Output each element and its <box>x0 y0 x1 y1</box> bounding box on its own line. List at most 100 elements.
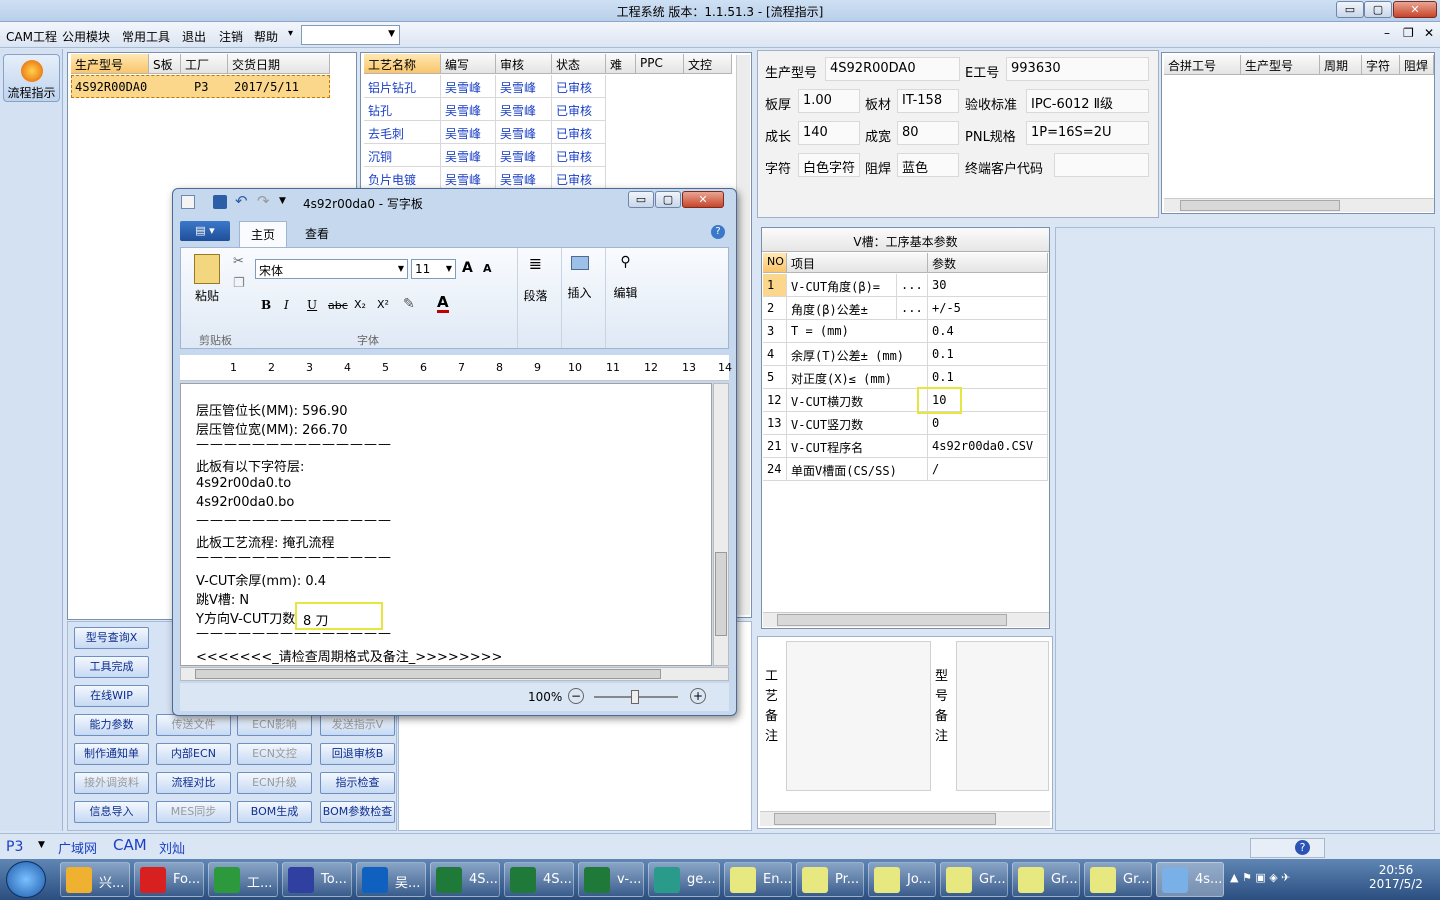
col-merge-period[interactable]: 周期 <box>1320 55 1362 75</box>
help-icon[interactable]: ? <box>711 225 725 239</box>
ecn-impact-button[interactable]: ECN影响 <box>237 714 312 736</box>
notes-scrollbar[interactable] <box>760 811 1050 826</box>
strikethrough-button[interactable]: abc <box>328 299 348 312</box>
status-factory[interactable]: P3 <box>6 839 23 855</box>
flow-indicator-button[interactable]: 流程指示 <box>3 54 60 102</box>
bom-param-check-button[interactable]: BOM参数检查 <box>320 801 395 823</box>
start-button[interactable] <box>6 861 46 898</box>
col-author[interactable]: 编写 <box>441 54 496 74</box>
bold-button[interactable]: B <box>261 298 271 312</box>
font-size-select[interactable]: 11 ▼ <box>411 259 456 279</box>
mdi-restore-button[interactable]: ❐ <box>1403 26 1414 40</box>
vcut-more[interactable]: ... <box>897 297 928 320</box>
taskbar-item[interactable]: 4S... <box>430 862 500 897</box>
col-delivery[interactable]: 交货日期 <box>228 54 330 74</box>
font-name-select[interactable]: 宋体 ▼ <box>255 259 408 279</box>
tray-icons[interactable]: ▲ ⚑ ▣ ◈ ✈ <box>1230 871 1290 884</box>
col-param[interactable]: 参数 <box>928 253 1048 273</box>
cut-icon[interactable]: ✂ <box>233 254 244 269</box>
process-name[interactable]: 铝片钻孔 <box>364 75 441 98</box>
bom-generate-button[interactable]: BOM生成 <box>237 801 312 823</box>
mes-sync-button[interactable]: MES同步 <box>156 801 231 823</box>
taskbar-item[interactable]: 工... <box>208 862 278 897</box>
capability-params-button[interactable]: 能力参数 <box>74 714 149 736</box>
revert-review-button[interactable]: 回退审核B <box>320 743 395 765</box>
menu-public[interactable]: 公用模块 <box>62 28 110 45</box>
tool-complete-button[interactable]: 工具完成 <box>74 656 149 678</box>
taskbar-item[interactable]: Jo... <box>868 862 936 897</box>
vcut-more[interactable]: ... <box>897 274 928 297</box>
taskbar-item[interactable]: v-... <box>578 862 644 897</box>
menu-help[interactable]: 帮助 <box>254 28 278 45</box>
process-notes-textarea[interactable] <box>786 641 931 791</box>
model-query-button[interactable]: 型号查询X <box>74 627 149 649</box>
vcut-scrollbar[interactable] <box>763 612 1049 627</box>
maximize-button[interactable]: ▢ <box>1364 1 1392 18</box>
chevron-down-icon[interactable]: ▼ <box>279 196 286 206</box>
col-difficulty[interactable]: 难 <box>606 54 636 74</box>
mdi-minimize-button[interactable]: – <box>1384 26 1390 40</box>
taskbar-item[interactable]: En... <box>724 862 792 897</box>
edit-button[interactable]: ⚲ 编辑 <box>605 248 645 348</box>
taskbar-item[interactable]: 4S... <box>504 862 574 897</box>
menu-exit[interactable]: 退出 <box>182 28 206 45</box>
doc-vscrollbar[interactable] <box>713 383 729 666</box>
col-s-board[interactable]: S板 <box>149 54 181 74</box>
redo-icon[interactable]: ↷ <box>257 192 270 210</box>
chevron-down-icon[interactable]: ▼ <box>38 840 45 850</box>
vcut-param[interactable]: +/-5 <box>928 297 1048 320</box>
paste-button[interactable]: 粘贴 <box>187 254 227 324</box>
process-name[interactable]: 钻孔 <box>364 98 441 121</box>
taskbar-item[interactable]: Fo... <box>134 862 204 897</box>
col-doc-control[interactable]: 文控 <box>684 54 732 74</box>
internal-ecn-button[interactable]: 内部ECN <box>156 743 231 765</box>
model-notes-textarea[interactable] <box>956 641 1049 791</box>
process-scrollbar[interactable] <box>736 55 750 615</box>
production-notice-button[interactable]: 制作通知单 <box>74 743 149 765</box>
minimize-button[interactable]: ▭ <box>1336 1 1364 18</box>
col-factory[interactable]: 工厂 <box>181 54 228 74</box>
ime-toolbar[interactable]: ? <box>1250 838 1325 858</box>
col-process-name[interactable]: 工艺名称 <box>364 54 441 74</box>
menu-cam[interactable]: CAM工程 <box>6 28 57 45</box>
taskbar-item[interactable]: Gr... <box>1012 862 1080 897</box>
zoom-slider[interactable] <box>594 690 678 704</box>
chevron-down-icon[interactable]: ▾ <box>288 28 293 39</box>
superscript-button[interactable]: X² <box>377 298 389 311</box>
taskbar-item[interactable]: Gr... <box>1084 862 1152 897</box>
close-button[interactable]: ✕ <box>1393 1 1437 18</box>
col-no[interactable]: NO <box>763 253 787 273</box>
underline-button[interactable]: U <box>307 298 317 312</box>
col-merge-model[interactable]: 生产型号 <box>1241 55 1320 75</box>
col-reviewer[interactable]: 审核 <box>496 54 552 74</box>
col-merge-char[interactable]: 字符 <box>1362 55 1400 75</box>
undo-icon[interactable]: ↶ <box>235 192 248 210</box>
ecn-upgrade-button[interactable]: ECN升级 <box>237 772 312 794</box>
vcut-param[interactable]: 0.4 <box>928 320 1048 343</box>
zoom-out-icon[interactable]: − <box>568 688 584 704</box>
tab-home[interactable]: 主页 <box>239 221 287 247</box>
taskbar-item[interactable]: 兴... <box>60 862 130 897</box>
clock[interactable]: 20:56 2017/5/2 <box>1358 863 1434 891</box>
taskbar-item[interactable]: 4s... <box>1156 862 1224 897</box>
mdi-close-button[interactable]: ✕ <box>1424 26 1434 40</box>
taskbar-item[interactable]: To... <box>282 862 352 897</box>
document-area[interactable]: 层压管位长(MM): 596.90 层压管位宽(MM): 266.70 ————… <box>180 383 712 666</box>
taskbar-item[interactable]: Gr... <box>940 862 1008 897</box>
online-wip-button[interactable]: 在线WIP <box>74 685 149 707</box>
col-merge-no[interactable]: 合拼工号 <box>1164 55 1241 75</box>
taskbar-item[interactable]: 吴... <box>356 862 426 897</box>
shrink-font-button[interactable]: A <box>483 262 492 275</box>
paragraph-button[interactable]: ≣ 段落 <box>517 248 553 348</box>
info-import-button[interactable]: 信息导入 <box>74 801 149 823</box>
col-ppc[interactable]: PPC <box>636 54 684 74</box>
col-item[interactable]: 项目 <box>787 253 928 273</box>
vcut-param[interactable]: / <box>928 458 1048 481</box>
send-indication-button[interactable]: 发送指示V <box>320 714 395 736</box>
doc-hscrollbar[interactable] <box>180 667 729 681</box>
file-menu-button[interactable]: ▤ ▾ <box>180 221 230 241</box>
external-data-button[interactable]: 接外调资料 <box>74 772 149 794</box>
table-row[interactable]: 4S92R00DA0 P3 2017/5/11 <box>71 75 330 98</box>
vcut-param[interactable]: 0.1 <box>928 366 1048 389</box>
zoom-in-icon[interactable]: + <box>690 688 706 704</box>
